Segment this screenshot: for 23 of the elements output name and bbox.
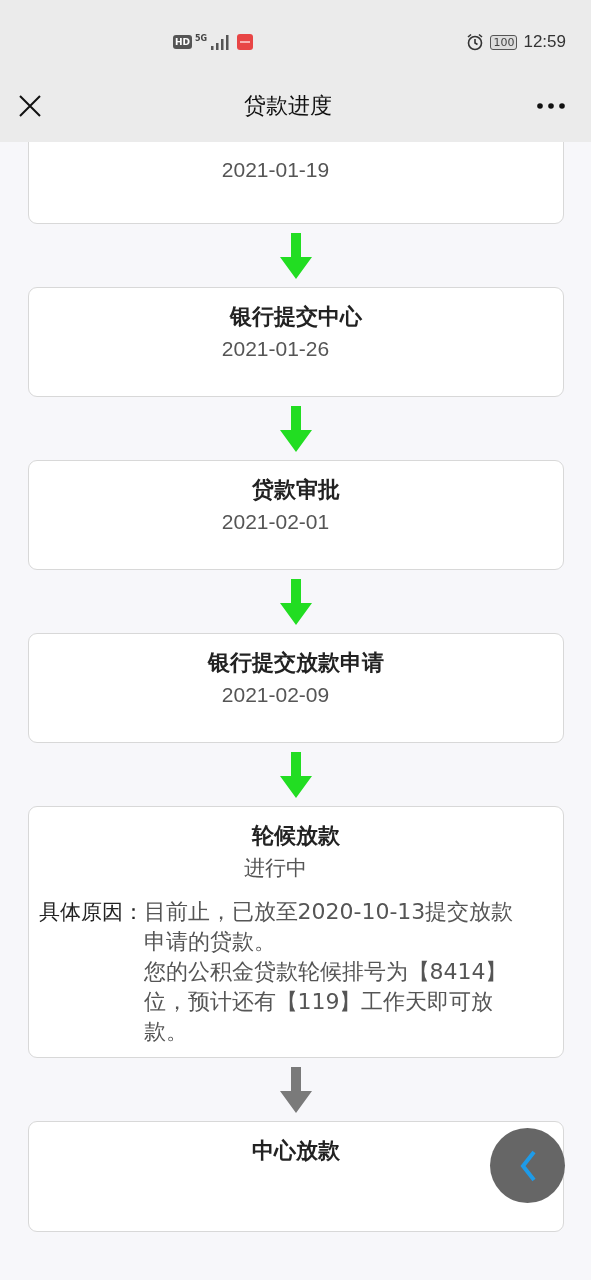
step-date: 2021-02-09 — [220, 682, 331, 708]
step-title: 中心放款 — [251, 1137, 340, 1165]
step-title: 银行提交放款申请 — [207, 649, 384, 677]
alarm-icon — [466, 33, 485, 51]
step-date: 2021-01-26 — [220, 336, 331, 362]
clock-time: 12:59 — [523, 32, 566, 52]
step-status: 进行中 — [243, 855, 308, 881]
signal-icon — [210, 34, 231, 50]
close-icon[interactable] — [19, 95, 41, 117]
step-title: 贷款审批 — [251, 476, 340, 504]
reason-label: 具体原因： — [38, 899, 144, 926]
step-date: 2021-01-19 — [220, 157, 331, 183]
more-icon[interactable] — [537, 103, 565, 109]
network-label: 5G — [195, 34, 208, 43]
step-date: 2021-02-01 — [220, 509, 331, 535]
step-title: 银行提交中心 — [229, 303, 362, 331]
battery-icon: 100 — [490, 34, 518, 50]
app-icon — [237, 34, 254, 50]
hd-icon: HD — [173, 35, 192, 49]
step-title: 轮候放款 — [251, 822, 340, 850]
reason-text: 您的公积金贷款轮候排号为【8414】位，预计还有【119】工作天即可放款。 — [143, 958, 509, 1046]
reason-text: 目前止，已放至2020-10-13提交放款申请的贷款。 — [143, 898, 515, 956]
page-title: 贷款进度 — [243, 92, 332, 120]
